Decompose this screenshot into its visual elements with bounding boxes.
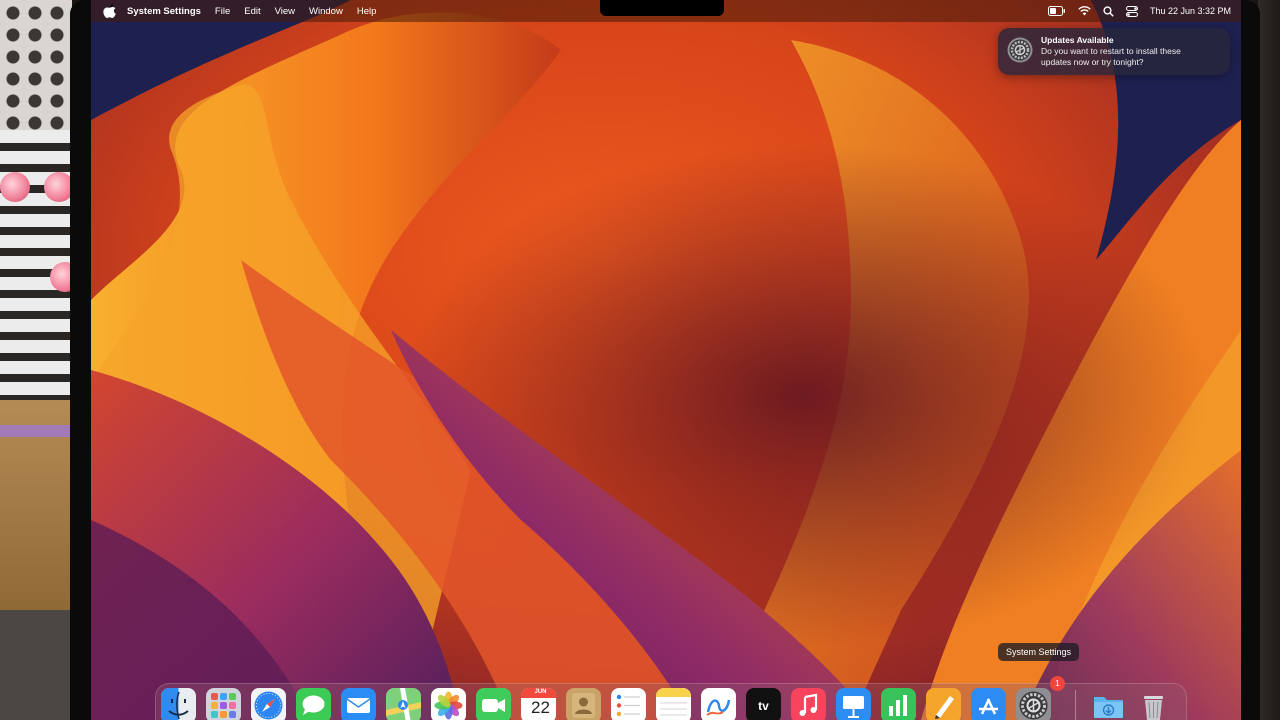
- numbers-icon[interactable]: [881, 688, 916, 720]
- notification-text: Updates Available Do you want to restart…: [1041, 28, 1181, 68]
- menu-help[interactable]: Help: [357, 6, 377, 17]
- camera-notch: [600, 0, 724, 16]
- mail-icon[interactable]: [341, 688, 376, 720]
- svg-text:tv: tv: [758, 699, 769, 713]
- pegboard: [0, 0, 72, 130]
- notification-title: Updates Available: [1041, 35, 1114, 45]
- active-app-name[interactable]: System Settings: [127, 6, 201, 17]
- system-settings-icon[interactable]: [1016, 688, 1051, 720]
- status-area: Thu 22 Jun 3:32 PM: [1047, 0, 1231, 22]
- downloads-folder-icon[interactable]: [1091, 688, 1126, 720]
- finder-icon[interactable]: [161, 688, 196, 720]
- contacts-icon[interactable]: [566, 688, 601, 720]
- calendar-day-label: 22: [531, 698, 550, 717]
- menu-bar: System Settings File Edit View Window He…: [91, 0, 1241, 22]
- facetime-icon[interactable]: [476, 688, 511, 720]
- system-settings-gear-icon: [1007, 37, 1033, 63]
- app-store-icon[interactable]: [971, 688, 1006, 720]
- apple-icon[interactable]: [103, 4, 117, 18]
- desk-shadow: [0, 610, 72, 720]
- spotlight-search-icon[interactable]: [1103, 5, 1114, 17]
- notes-icon[interactable]: [656, 688, 691, 720]
- notification-body-line1: Do you want to restart to install these: [1041, 46, 1181, 56]
- pink-knob: [0, 172, 30, 202]
- pages-icon[interactable]: [926, 688, 961, 720]
- maps-icon[interactable]: [386, 688, 421, 720]
- messages-icon[interactable]: [296, 688, 331, 720]
- menu-edit[interactable]: Edit: [244, 6, 260, 17]
- photos-icon[interactable]: [431, 688, 466, 720]
- music-icon[interactable]: [791, 688, 826, 720]
- menu-window[interactable]: Window: [309, 6, 343, 17]
- menubar-clock[interactable]: Thu 22 Jun 3:32 PM: [1150, 6, 1231, 16]
- menu-file[interactable]: File: [215, 6, 230, 17]
- control-center-icon[interactable]: [1125, 5, 1138, 17]
- dock-tooltip: System Settings: [998, 643, 1080, 661]
- updates-notification[interactable]: Updates Available Do you want to restart…: [998, 28, 1230, 75]
- trash-icon[interactable]: [1136, 688, 1171, 720]
- reminders-icon[interactable]: [611, 688, 646, 720]
- safari-icon[interactable]: [251, 688, 286, 720]
- screen: System Settings File Edit View Window He…: [91, 0, 1241, 720]
- keynote-icon[interactable]: [836, 688, 871, 720]
- menu-view[interactable]: View: [275, 6, 295, 17]
- notification-body-line2: updates now or try tonight?: [1041, 57, 1144, 67]
- settings-update-badge: 1: [1050, 676, 1065, 691]
- apple-tv-icon[interactable]: tv: [746, 688, 781, 720]
- freeform-icon[interactable]: [701, 688, 736, 720]
- desk-strip: [0, 425, 72, 437]
- battery-icon[interactable]: [1047, 6, 1066, 16]
- launchpad-icon[interactable]: [206, 688, 241, 720]
- room-right-edge: [1258, 0, 1280, 720]
- dock-separator: [1075, 690, 1076, 720]
- wifi-icon[interactable]: [1078, 6, 1091, 16]
- ventura-wallpaper: [91, 0, 1241, 720]
- calendar-month-label: JUN: [534, 689, 547, 695]
